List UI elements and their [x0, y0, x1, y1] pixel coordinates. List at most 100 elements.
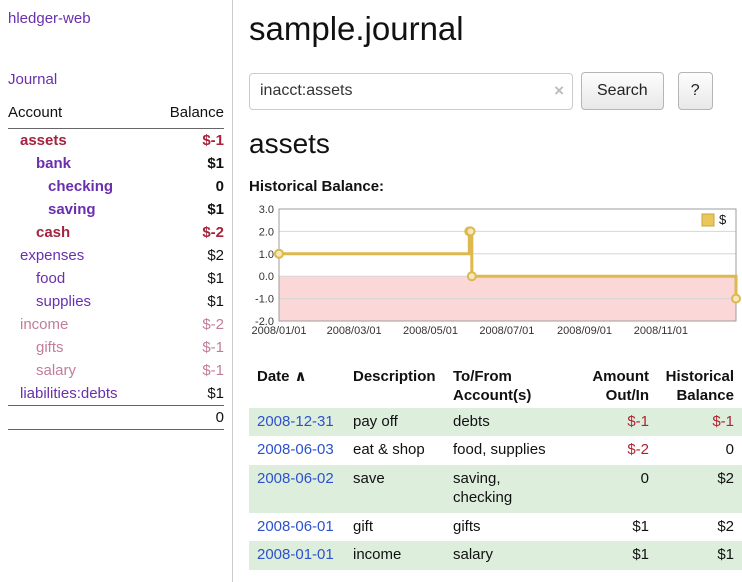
legend-label: $ [719, 212, 727, 227]
account-row: income $-2 [8, 313, 224, 336]
register-accounts: gifts [445, 513, 579, 542]
x-tick-label: 2008/01/01 [251, 325, 306, 337]
x-tick-label: 2008/07/01 [479, 325, 534, 337]
y-tick-label: 1.0 [259, 249, 274, 261]
table-row: 2008-01-01incomesalary$1$1 [249, 541, 742, 570]
account-link[interactable]: checking [48, 178, 113, 195]
register-header-label: Date [257, 368, 290, 385]
account-link[interactable]: salary [36, 362, 76, 379]
account-balance: $-1 [152, 336, 224, 359]
register-header-label: Historical Balance [666, 368, 734, 404]
register-header-date[interactable]: Date∧ [249, 366, 345, 408]
register-description: eat & shop [345, 436, 445, 465]
account-link[interactable]: assets [20, 132, 67, 149]
register-amount: 0 [579, 465, 657, 513]
x-tick-label: 2008/05/01 [403, 325, 458, 337]
register-balance: 0 [657, 436, 742, 465]
accounts-total-value: 0 [152, 406, 224, 430]
register-accounts: salary [445, 541, 579, 570]
search-input[interactable] [249, 73, 573, 110]
brand-link[interactable]: hledger-web [8, 10, 224, 27]
account-row: assets $-1 [8, 129, 224, 153]
account-row: supplies $1 [8, 290, 224, 313]
table-row: 2008-06-02savesaving, checking0$2 [249, 465, 742, 513]
register-description: income [345, 541, 445, 570]
account-row: liabilities:debts$1 [8, 382, 224, 406]
help-button[interactable]: ? [678, 72, 713, 110]
account-link[interactable]: liabilities:debts [20, 385, 118, 402]
account-balance: $1 [152, 267, 224, 290]
account-link[interactable]: supplies [36, 293, 91, 310]
account-balance: $-2 [152, 313, 224, 336]
table-row: 2008-12-31pay offdebts$-1$-1 [249, 408, 742, 437]
account-row: bank $1 [8, 152, 224, 175]
account-balance: 0 [152, 175, 224, 198]
register-balance: $-1 [657, 408, 742, 437]
account-row: cash $-2 [8, 221, 224, 244]
search-bar: × Search ? [249, 72, 734, 110]
accounts-total-spacer [8, 406, 152, 430]
register-amount: $1 [579, 541, 657, 570]
search-button[interactable]: Search [581, 72, 664, 110]
clear-search-icon[interactable]: × [554, 81, 564, 101]
register-date-link[interactable]: 2008-06-02 [257, 470, 334, 487]
register-date-link[interactable]: 2008-06-03 [257, 441, 334, 458]
account-row: food $1 [8, 267, 224, 290]
account-link[interactable]: food [36, 270, 65, 287]
account-balance: $-2 [152, 221, 224, 244]
account-link[interactable]: expenses [20, 247, 84, 264]
data-point-marker [467, 227, 475, 235]
account-link[interactable]: cash [36, 224, 70, 241]
register-header-row: Date∧ Description To/From Account(s) Amount… [249, 366, 742, 408]
data-point-marker [732, 295, 740, 303]
table-row: 2008-06-01 giftgifts$1$2 [249, 513, 742, 542]
register-header-amount: Amount Out/In [579, 366, 657, 408]
register-header-label: Amount Out/In [592, 368, 649, 404]
account-balance: $2 [152, 244, 224, 267]
account-row: gifts $-1 [8, 336, 224, 359]
account-balance: $-1 [152, 129, 224, 153]
register-amount: $1 [579, 513, 657, 542]
account-link[interactable]: bank [36, 155, 71, 172]
register-date-link[interactable]: 2008-06-01 [257, 518, 334, 535]
data-point-marker [275, 250, 283, 258]
accounts-header-row: Account Balance [8, 104, 224, 129]
account-balance: $1 [152, 290, 224, 313]
register-header-accounts: To/From Account(s) [445, 366, 579, 408]
register-balance: $2 [657, 513, 742, 542]
historical-balance-chart: 3.02.01.00.0-1.0-2.02008/01/012008/03/01… [249, 205, 734, 344]
account-link[interactable]: income [20, 316, 68, 333]
sidebar-item-journal[interactable]: Journal [8, 71, 224, 88]
account-balance: $-1 [152, 359, 224, 382]
account-balance: $1 [152, 198, 224, 221]
register-accounts: debts [445, 408, 579, 437]
register-header-balance: Historical Balance [657, 366, 742, 408]
y-tick-label: -1.0 [255, 294, 274, 306]
table-row: 2008-06-03eat & shopfood, supplies$-20 [249, 436, 742, 465]
accounts-header-balance: Balance [152, 104, 224, 129]
account-heading: assets [249, 128, 734, 160]
account-link[interactable]: saving [48, 201, 96, 218]
search-input-wrap: × [249, 73, 573, 110]
register-accounts: saving, checking [445, 465, 579, 513]
register-header-label: Description [353, 368, 436, 385]
register-description: pay off [345, 408, 445, 437]
register-description: gift [345, 513, 445, 542]
register-balance: $1 [657, 541, 742, 570]
y-tick-label: 2.0 [259, 226, 274, 238]
register-accounts: food, supplies [445, 436, 579, 465]
account-link[interactable]: gifts [36, 339, 64, 356]
historical-balance-chart-svg: 3.02.01.00.0-1.0-2.02008/01/012008/03/01… [249, 205, 741, 339]
data-point-marker [468, 272, 476, 280]
register-date-link[interactable]: 2008-12-31 [257, 413, 334, 430]
register-date-link[interactable]: 2008-01-01 [257, 546, 334, 563]
chart-title: Historical Balance: [249, 178, 734, 195]
register-table: Date∧ Description To/From Account(s) Amount… [249, 366, 742, 570]
account-balance: $1 [152, 152, 224, 175]
y-tick-label: 0.0 [259, 271, 274, 283]
sidebar: hledger-web Journal Account Balance asse… [0, 0, 233, 582]
account-row: checking 0 [8, 175, 224, 198]
x-tick-label: 2008/03/01 [327, 325, 382, 337]
x-tick-label: 2008/11/01 [634, 325, 688, 337]
x-tick-label: 2008/09/01 [557, 325, 612, 337]
